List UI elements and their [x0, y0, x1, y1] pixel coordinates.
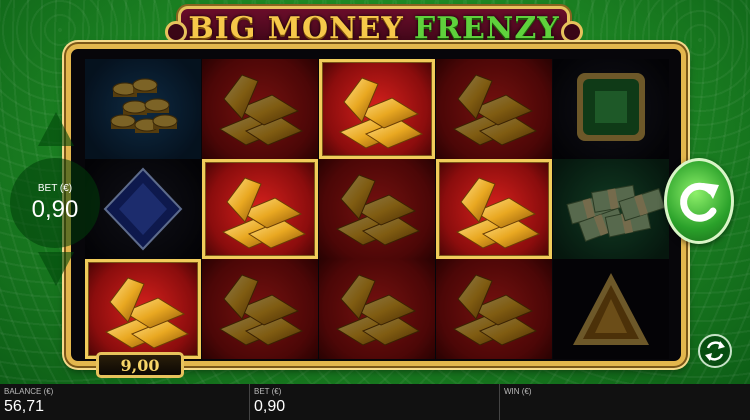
bet-label: BET (€) [254, 387, 282, 396]
title-text-green: FRENZY [413, 10, 560, 46]
bet-increase-arrow-icon[interactable] [38, 112, 74, 146]
symbol-emerald [553, 59, 669, 159]
gold-icon [205, 162, 315, 256]
reel-2 [202, 59, 318, 359]
symbol-gold [319, 59, 435, 159]
win-amount-plaque: 9,00 [96, 352, 184, 378]
bet-selector-label: BET (€) [37, 182, 73, 194]
reel-grid [85, 59, 669, 359]
gold-icon [439, 162, 549, 256]
title-ornament-left [165, 21, 187, 43]
reel-4 [436, 59, 552, 359]
bet-value: 0,90 [254, 398, 286, 415]
autoplay-icon [705, 341, 725, 361]
symbol-coins [85, 59, 201, 159]
gold-icon [436, 259, 552, 359]
title-text-gold: BIG MONEY [188, 10, 404, 46]
symbol-gold [85, 259, 201, 359]
reel-frame [66, 44, 686, 366]
symbol-gold [436, 59, 552, 159]
gold-icon [322, 62, 432, 156]
symbol-sapphire [85, 159, 201, 259]
gold-icon [319, 159, 435, 259]
symbol-cash [553, 159, 669, 259]
spin-button[interactable] [664, 158, 734, 244]
balance-label: BALANCE (€) [4, 387, 54, 396]
coins-icon [85, 59, 201, 159]
sapphire-icon [85, 159, 201, 259]
symbol-gold [202, 59, 318, 159]
symbol-gold [202, 259, 318, 359]
reel-5 [553, 59, 669, 359]
reel-1 [85, 59, 201, 359]
win-display: WIN (€) [500, 384, 750, 420]
title-ornament-right [561, 21, 583, 43]
bottom-status-bar: BALANCE (€) 56,71 BET (€) 0,90 WIN (€) [0, 384, 750, 420]
symbol-gold [436, 159, 552, 259]
spin-arrow-icon [680, 182, 719, 222]
bet-display: BET (€) 0,90 [250, 384, 500, 420]
bet-selector-value: 0,90 [31, 195, 79, 223]
balance-display: BALANCE (€) 56,71 [0, 384, 250, 420]
symbol-topaz [553, 259, 669, 359]
cash-icon [553, 159, 669, 259]
symbol-gold [319, 259, 435, 359]
topaz-icon [553, 259, 669, 359]
gold-icon [88, 262, 198, 356]
bet-selector[interactable]: BET (€) 0,90 [10, 158, 100, 248]
win-label: WIN (€) [504, 387, 532, 396]
symbol-gold [202, 159, 318, 259]
emerald-icon [553, 59, 669, 159]
symbol-gold [319, 159, 435, 259]
bet-decrease-arrow-icon[interactable] [38, 252, 74, 286]
symbol-gold [436, 259, 552, 359]
gold-icon [202, 59, 318, 159]
reel-3 [319, 59, 435, 359]
gold-icon [202, 259, 318, 359]
autoplay-button[interactable] [698, 334, 732, 368]
gold-icon [436, 59, 552, 159]
gold-icon [319, 259, 435, 359]
balance-value: 56,71 [4, 398, 45, 415]
